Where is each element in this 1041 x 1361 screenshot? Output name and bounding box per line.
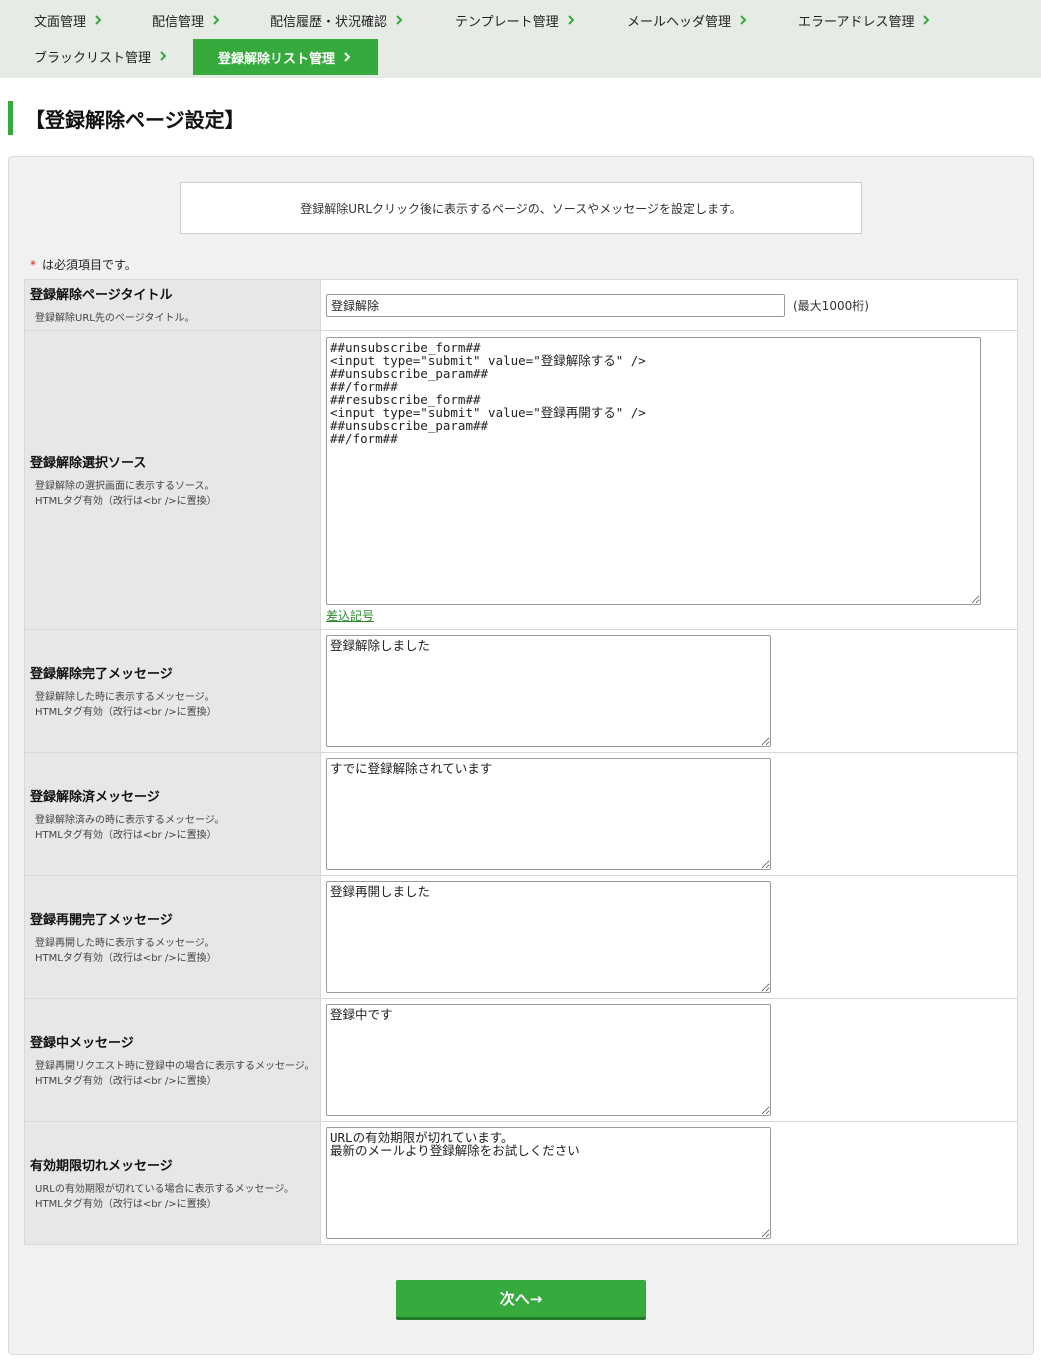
field-label-cell: 登録解除ページタイトル 登録解除URL先のページタイトル。 [24, 279, 321, 331]
chevron-right-icon [922, 15, 932, 25]
field-description: HTMLタグ有効（改行は<br />に置換） [35, 952, 217, 964]
field-description: HTMLタグ有効（改行は<br />に置換） [35, 829, 217, 841]
form-row-done-message: 登録解除完了メッセージ 登録解除した時に表示するメッセージ。 HTMLタグ有効（… [24, 629, 1018, 753]
nav-item-label: ブラックリスト管理 [34, 50, 152, 66]
field-value-cell: すでに登録解除されています [320, 752, 1018, 876]
field-label: 有効期限切れメッセージ [30, 1158, 173, 1174]
field-description: 登録解除の選択画面に表示するソース。 [35, 480, 215, 492]
field-label-cell: 登録解除選択ソース 登録解除の選択画面に表示するソース。 HTMLタグ有効（改行… [24, 330, 321, 630]
insert-symbols-link[interactable]: 差込記号 [326, 607, 374, 624]
registered-message-textarea[interactable]: 登録中です [326, 1004, 771, 1116]
field-label: 登録解除完了メッセージ [30, 666, 173, 682]
form-row-resume-message: 登録再開完了メッセージ 登録再開した時に表示するメッセージ。 HTMLタグ有効（… [24, 875, 1018, 999]
settings-form: 登録解除ページタイトル 登録解除URL先のページタイトル。 (最大1000桁) … [24, 279, 1018, 1245]
nav-item-label: 登録解除リスト管理 [217, 51, 335, 67]
chevron-right-icon [343, 52, 353, 62]
nav-item-label: 配信履歴・状況確認 [270, 14, 388, 30]
nav-item-delivery[interactable]: 配信管理 [152, 2, 222, 38]
form-row-page-title: 登録解除ページタイトル 登録解除URL先のページタイトル。 (最大1000桁) [24, 279, 1018, 331]
form-row-registered-message: 登録中メッセージ 登録再開リクエスト時に登録中の場合に表示するメッセージ。 HT… [24, 998, 1018, 1122]
field-description: 登録再開した時に表示するメッセージ。 [35, 937, 215, 949]
nav-item-label: 配信管理 [152, 14, 205, 30]
chevron-right-icon [395, 15, 405, 25]
form-row-already-message: 登録解除済メッセージ 登録解除済みの時に表示するメッセージ。 HTMLタグ有効（… [24, 752, 1018, 876]
field-value-cell: 登録解除しました [320, 629, 1018, 753]
nav-item-label: エラーアドレス管理 [798, 14, 915, 30]
chevron-right-icon [212, 15, 222, 25]
nav-item-mail-header[interactable]: メールヘッダ管理 [627, 2, 749, 38]
select-source-textarea[interactable]: ##unsubscribe_form## <input type="submit… [326, 336, 981, 605]
field-label: 登録解除選択ソース [30, 455, 147, 471]
field-description: 登録解除URL先のページタイトル。 [35, 313, 195, 324]
field-value-cell: 登録中です [320, 998, 1018, 1122]
intro-text: 登録解除URLクリック後に表示するページの、ソースやメッセージを設定します。 [300, 201, 742, 216]
form-row-expired-message: 有効期限切れメッセージ URLの有効期限が切れている場合に表示するメッセージ。 … [24, 1121, 1018, 1245]
field-label-cell: 登録解除済メッセージ 登録解除済みの時に表示するメッセージ。 HTMLタグ有効（… [24, 752, 321, 876]
field-description: 登録解除済みの時に表示するメッセージ。 [35, 814, 225, 826]
field-label-cell: 登録解除完了メッセージ 登録解除した時に表示するメッセージ。 HTMLタグ有効（… [24, 629, 321, 753]
top-nav: 文面管理 配信管理 配信履歴・状況確認 テンプレート管理 メールヘッダ管理 エラ… [0, 0, 1041, 78]
field-label: 登録解除ページタイトル [30, 288, 173, 303]
nav-item-label: テンプレート管理 [455, 14, 559, 30]
field-label: 登録中メッセージ [30, 1035, 134, 1051]
field-description: HTMLタグ有効（改行は<br />に置換） [35, 1198, 217, 1210]
field-description: 登録再開リクエスト時に登録中の場合に表示するメッセージ。 [35, 1060, 315, 1072]
done-message-textarea[interactable]: 登録解除しました [326, 635, 771, 747]
field-label-cell: 登録中メッセージ 登録再開リクエスト時に登録中の場合に表示するメッセージ。 HT… [24, 998, 321, 1122]
page-title-input[interactable] [326, 293, 785, 317]
nav-item-error-address[interactable]: エラーアドレス管理 [798, 2, 932, 38]
resume-message-textarea[interactable]: 登録再開しました [326, 881, 771, 993]
max-length-hint: (最大1000桁) [793, 298, 869, 313]
nav-item-unsubscribe-list[interactable]: 登録解除リスト管理 [193, 39, 378, 75]
chevron-right-icon [567, 15, 577, 25]
field-description: URLの有効期限が切れている場合に表示するメッセージ。 [35, 1183, 295, 1195]
nav-item-template[interactable]: テンプレート管理 [455, 2, 577, 38]
chevron-right-icon [94, 15, 104, 25]
expired-message-textarea[interactable]: URLの有効期限が切れています。 最新のメールより登録解除をお試しください [326, 1127, 771, 1239]
field-value-cell: (最大1000桁) [320, 279, 1018, 331]
intro-message: 登録解除URLクリック後に表示するページの、ソースやメッセージを設定します。 [180, 182, 862, 234]
field-label-cell: 有効期限切れメッセージ URLの有効期限が切れている場合に表示するメッセージ。 … [24, 1121, 321, 1245]
already-message-textarea[interactable]: すでに登録解除されています [326, 758, 771, 870]
nav-item-label: メールヘッダ管理 [627, 14, 732, 30]
required-note: * は必須項目です。 [30, 256, 137, 273]
nav-item-document[interactable]: 文面管理 [34, 2, 104, 38]
required-note-text: は必須項目です。 [42, 258, 137, 272]
chevron-right-icon [739, 15, 749, 25]
form-row-select-source: 登録解除選択ソース 登録解除の選択画面に表示するソース。 HTMLタグ有効（改行… [24, 330, 1018, 630]
chevron-right-icon [159, 51, 169, 61]
field-description: 登録解除した時に表示するメッセージ。 [35, 691, 215, 703]
field-label-cell: 登録再開完了メッセージ 登録再開した時に表示するメッセージ。 HTMLタグ有効（… [24, 875, 321, 999]
next-button[interactable]: 次へ→ [396, 1280, 646, 1320]
nav-item-label: 文面管理 [34, 14, 87, 30]
nav-item-blacklist[interactable]: ブラックリスト管理 [34, 38, 169, 74]
field-description: HTMLタグ有効（改行は<br />に置換） [35, 1075, 217, 1087]
required-star: * [30, 258, 36, 272]
field-value-cell: 登録再開しました [320, 875, 1018, 999]
page-title: 【登録解除ページ設定】 [8, 101, 245, 135]
nav-item-history[interactable]: 配信履歴・状況確認 [270, 2, 405, 38]
field-description: HTMLタグ有効（改行は<br />に置換） [35, 706, 217, 718]
field-description: HTMLタグ有効（改行は<br />に置換） [35, 495, 217, 507]
field-value-cell: URLの有効期限が切れています。 最新のメールより登録解除をお試しください [320, 1121, 1018, 1245]
field-value-cell: ##unsubscribe_form## <input type="submit… [320, 330, 1018, 630]
field-label: 登録再開完了メッセージ [30, 912, 173, 928]
field-label: 登録解除済メッセージ [30, 789, 160, 805]
